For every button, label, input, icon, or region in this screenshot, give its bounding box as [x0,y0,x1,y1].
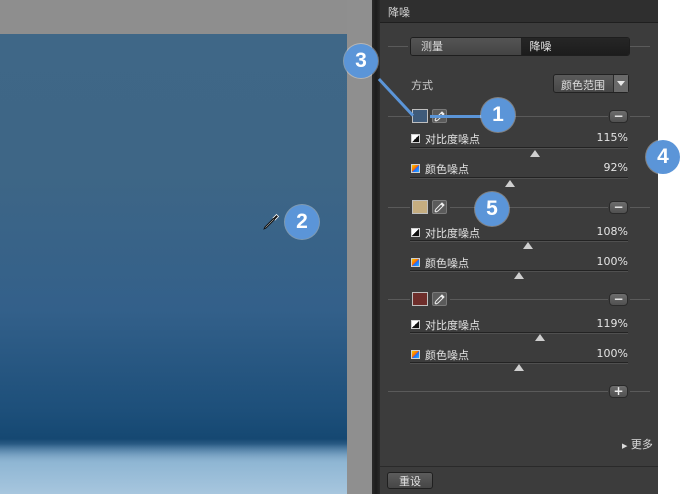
add-range-button[interactable]: + [609,385,628,398]
divider [388,46,408,47]
callout-badge-5: 5 [475,192,509,226]
divider [630,116,650,117]
color-noise-icon [411,164,420,173]
contrast-icon [411,320,420,329]
range-2-contrast-value[interactable]: 108% [588,225,628,238]
plus-icon: + [613,384,624,398]
range-2-remove-button[interactable]: − [609,201,628,214]
divider [630,391,650,392]
contrast-icon [411,228,420,237]
tab-denoise[interactable]: 降噪 [521,38,629,55]
divider [630,207,650,208]
range-3-color-label: 颜色噪点 [425,349,469,362]
more-disclosure[interactable]: ▶ 更多 [622,436,653,452]
minus-icon: − [613,109,624,123]
range-1-color-swatch[interactable] [412,109,428,123]
minus-icon: − [613,200,624,214]
range-2-contrast-slider-thumb[interactable] [522,242,533,249]
panel-divider[interactable] [372,0,380,494]
range-1-color-label: 颜色噪点 [425,163,469,176]
divider [388,299,410,300]
window-edge [658,0,686,494]
method-label: 方式 [411,79,433,92]
tab-measure[interactable]: 测量 [411,38,522,55]
divider [450,207,608,208]
range-3-contrast-slider[interactable] [410,332,628,334]
range-3-color-value[interactable]: 100% [588,347,628,360]
photo-cloud-band [0,444,347,494]
reset-button[interactable]: 重设 [387,472,433,489]
divider [388,116,410,117]
contrast-icon [411,134,420,143]
photo-preview[interactable] [0,34,347,494]
range-1-contrast-slider[interactable] [410,147,628,149]
divider [388,207,410,208]
method-dropdown[interactable]: 颜色范围 [553,74,629,93]
noise-reduction-panel: 降噪 测量 降噪 方式 颜色范围 − 对比度噪点 115% 颜色噪点 92% −… [380,0,658,494]
range-1-contrast-label: 对比度噪点 [425,133,480,146]
color-noise-icon [411,258,420,267]
range-2-color-slider-thumb[interactable] [514,272,524,279]
range-2-contrast-slider[interactable] [410,240,628,242]
callout-badge-4: 4 [646,140,680,174]
panel-title: 降噪 [388,6,410,19]
color-noise-icon [411,350,420,359]
eyedropper-icon [434,202,445,213]
range-3-color-swatch[interactable] [412,292,428,306]
range-1-color-value[interactable]: 92% [588,161,628,174]
eyedropper-cursor-icon [263,213,280,230]
range-2-color-label: 颜色噪点 [425,257,469,270]
range-3-color-slider-thumb[interactable] [514,364,524,371]
range-3-eyedropper-button[interactable] [432,292,447,306]
range-1-remove-button[interactable]: − [609,110,628,123]
image-canvas[interactable] [0,0,374,494]
range-2-color-value[interactable]: 100% [588,255,628,268]
divider [630,299,650,300]
eyedropper-icon [434,294,445,305]
range-3-remove-button[interactable]: − [609,293,628,306]
minus-icon: − [613,292,624,306]
callout-badge-3: 3 [344,44,378,78]
callout-badge-2: 2 [285,205,319,239]
range-1-contrast-slider-thumb[interactable] [530,150,541,157]
range-3-contrast-label: 对比度噪点 [425,319,480,332]
divider [450,299,608,300]
callout-badge-1: 1 [481,98,515,132]
range-3-contrast-value[interactable]: 119% [588,317,628,330]
disclosure-triangle-icon: ▶ [622,442,628,450]
mode-segmented-control: 测量 降噪 [410,37,630,56]
divider [388,391,608,392]
chevron-down-icon [613,75,628,92]
range-2-color-swatch[interactable] [412,200,428,214]
range-1-contrast-value[interactable]: 115% [588,131,628,144]
range-2-contrast-label: 对比度噪点 [425,227,480,240]
more-label: 更多 [630,438,653,451]
divider [380,466,658,467]
range-1-color-slider[interactable] [410,177,628,179]
callout-1-leader [430,115,486,118]
range-2-eyedropper-button[interactable] [432,200,447,214]
method-value: 颜色范围 [561,79,605,92]
range-3-contrast-slider-thumb[interactable] [534,334,545,341]
range-1-color-slider-thumb[interactable] [505,180,516,187]
panel-header: 降噪 [380,0,658,23]
divider [630,46,650,47]
